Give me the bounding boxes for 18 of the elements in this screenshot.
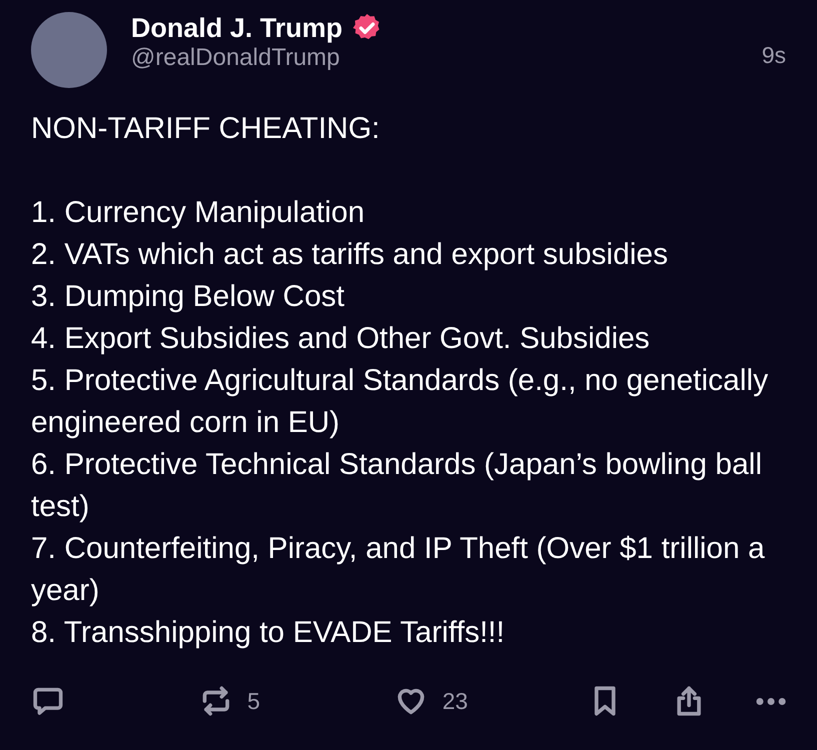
list-item: 7. Counterfeiting, Piracy, and IP Theft (Over $1 trillion a year) (31, 531, 766, 609)
list-item: 1. Currency Manipulation (31, 195, 366, 231)
list-item: 4. Export Subsidies and Other Govt. Subsidies (31, 321, 651, 357)
more-icon (756, 698, 786, 705)
timestamp: 9s (762, 41, 786, 70)
user-handle[interactable]: @realDonaldTrump (131, 44, 738, 74)
list-item: 8. Transshipping to EVADE Tariffs!!! (31, 615, 506, 651)
author-name[interactable]: Donald J. Trump (131, 12, 343, 44)
repost-button[interactable]: 5 (199, 684, 260, 718)
count: 23 (442, 687, 468, 716)
like-button[interactable]: 23 (394, 684, 468, 718)
list-item: 2. VATs which act as tariffs and export subsidies (31, 237, 669, 273)
more-button[interactable] (756, 698, 786, 705)
list-item: 5. Protective Agricultural Standards (e.g., no genetically engineered corn in EU) (31, 363, 770, 441)
count: 5 (247, 687, 260, 716)
list-item: 3. Dumping Below Cost (31, 279, 346, 315)
list-item: 6. Protective Technical Standards (Japan’s bowling ball test) (31, 447, 763, 525)
post-heading: NON-TARIFF CHEATING: (31, 111, 381, 147)
